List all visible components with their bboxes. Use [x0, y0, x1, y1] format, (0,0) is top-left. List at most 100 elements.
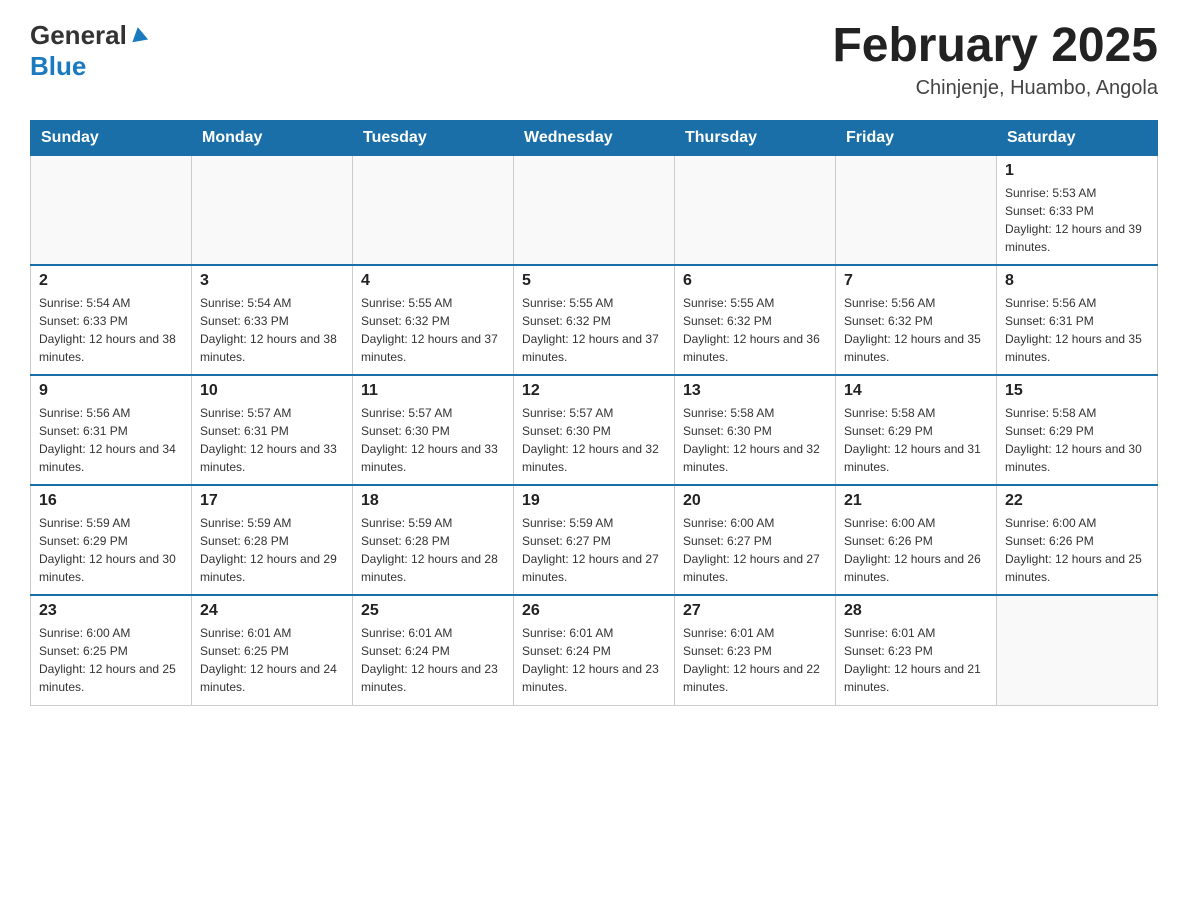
day-info: Sunrise: 5:58 AM Sunset: 6:29 PM Dayligh…: [1005, 404, 1149, 476]
calendar-cell: 21 Sunrise: 6:00 AM Sunset: 6:26 PM Dayli…: [836, 485, 997, 595]
calendar-cell: 11 Sunrise: 5:57 AM Sunset: 6:30 PM Dayli…: [353, 375, 514, 485]
calendar-cell: 6Sunrise: 5:55 AM Sunset: 6:32 PM Daylig…: [675, 265, 836, 375]
day-info: Sunrise: 5:54 AM Sunset: 6:33 PM Dayligh…: [39, 294, 183, 366]
day-info: Sunrise: 5:59 AM Sunset: 6:28 PM Dayligh…: [361, 514, 505, 586]
calendar-cell: 20Sunrise: 6:00 AM Sunset: 6:27 PM Dayli…: [675, 485, 836, 595]
day-info: Sunrise: 5:57 AM Sunset: 6:30 PM Dayligh…: [361, 404, 505, 476]
calendar-cell: 5Sunrise: 5:55 AM Sunset: 6:32 PM Daylig…: [514, 265, 675, 375]
calendar-table: SundayMondayTuesdayWednesdayThursdayFrid…: [30, 120, 1158, 706]
calendar-week-row: 1 Sunrise: 5:53 AM Sunset: 6:33 PM Daylig…: [31, 155, 1158, 265]
day-info: Sunrise: 5:57 AM Sunset: 6:31 PM Dayligh…: [200, 404, 344, 476]
calendar-cell: 14Sunrise: 5:58 AM Sunset: 6:29 PM Dayli…: [836, 375, 997, 485]
day-header-friday: Friday: [836, 120, 997, 155]
calendar-cell: 1 Sunrise: 5:53 AM Sunset: 6:33 PM Daylig…: [997, 155, 1158, 265]
logo-blue: Blue: [30, 51, 86, 81]
day-number: 13: [683, 382, 827, 400]
calendar-cell: [836, 155, 997, 265]
calendar-cell: 7Sunrise: 5:56 AM Sunset: 6:32 PM Daylig…: [836, 265, 997, 375]
day-header-saturday: Saturday: [997, 120, 1158, 155]
day-info: Sunrise: 6:00 AM Sunset: 6:26 PM Dayligh…: [1005, 514, 1149, 586]
logo: General Blue: [30, 20, 148, 82]
calendar-cell: 4 Sunrise: 5:55 AM Sunset: 6:32 PM Daylig…: [353, 265, 514, 375]
day-info: Sunrise: 5:58 AM Sunset: 6:30 PM Dayligh…: [683, 404, 827, 476]
calendar-cell: [192, 155, 353, 265]
calendar-cell: 3 Sunrise: 5:54 AM Sunset: 6:33 PM Daylig…: [192, 265, 353, 375]
calendar-cell: 28 Sunrise: 6:01 AM Sunset: 6:23 PM Dayli…: [836, 595, 997, 705]
day-number: 23: [39, 602, 183, 620]
day-number: 28: [844, 602, 988, 620]
day-info: Sunrise: 5:56 AM Sunset: 6:31 PM Dayligh…: [39, 404, 183, 476]
day-info: Sunrise: 5:56 AM Sunset: 6:32 PM Dayligh…: [844, 294, 988, 366]
day-number: 22: [1005, 492, 1149, 510]
day-header-thursday: Thursday: [675, 120, 836, 155]
month-title: February 2025: [832, 20, 1158, 73]
calendar-cell: 19 Sunrise: 5:59 AM Sunset: 6:27 PM Dayli…: [514, 485, 675, 595]
day-header-wednesday: Wednesday: [514, 120, 675, 155]
day-number: 3: [200, 272, 344, 290]
calendar-cell: 16Sunrise: 5:59 AM Sunset: 6:29 PM Dayli…: [31, 485, 192, 595]
location: Chinjenje, Huambo, Angola: [832, 77, 1158, 100]
day-info: Sunrise: 5:54 AM Sunset: 6:33 PM Dayligh…: [200, 294, 344, 366]
title-area: February 2025 Chinjenje, Huambo, Angola: [832, 20, 1158, 100]
calendar-cell: 17 Sunrise: 5:59 AM Sunset: 6:28 PM Dayli…: [192, 485, 353, 595]
calendar-cell: 15 Sunrise: 5:58 AM Sunset: 6:29 PM Dayli…: [997, 375, 1158, 485]
logo-triangle-icon: [130, 25, 148, 48]
day-info: Sunrise: 5:57 AM Sunset: 6:30 PM Dayligh…: [522, 404, 666, 476]
day-info: Sunrise: 6:01 AM Sunset: 6:23 PM Dayligh…: [844, 624, 988, 696]
day-info: Sunrise: 5:55 AM Sunset: 6:32 PM Dayligh…: [361, 294, 505, 366]
calendar-cell: [31, 155, 192, 265]
day-info: Sunrise: 6:00 AM Sunset: 6:26 PM Dayligh…: [844, 514, 988, 586]
day-number: 17: [200, 492, 344, 510]
day-info: Sunrise: 6:01 AM Sunset: 6:23 PM Dayligh…: [683, 624, 827, 696]
page-header: General Blue February 2025 Chinjenje, Hu…: [30, 20, 1158, 100]
day-number: 10: [200, 382, 344, 400]
day-number: 9: [39, 382, 183, 400]
day-number: 20: [683, 492, 827, 510]
calendar-header-row: SundayMondayTuesdayWednesdayThursdayFrid…: [31, 120, 1158, 155]
day-number: 15: [1005, 382, 1149, 400]
day-number: 14: [844, 382, 988, 400]
day-number: 27: [683, 602, 827, 620]
calendar-cell: 8 Sunrise: 5:56 AM Sunset: 6:31 PM Daylig…: [997, 265, 1158, 375]
day-info: Sunrise: 5:56 AM Sunset: 6:31 PM Dayligh…: [1005, 294, 1149, 366]
calendar-cell: 10 Sunrise: 5:57 AM Sunset: 6:31 PM Dayli…: [192, 375, 353, 485]
day-info: Sunrise: 6:01 AM Sunset: 6:24 PM Dayligh…: [361, 624, 505, 696]
day-number: 18: [361, 492, 505, 510]
day-header-sunday: Sunday: [31, 120, 192, 155]
day-number: 21: [844, 492, 988, 510]
calendar-cell: 23 Sunrise: 6:00 AM Sunset: 6:25 PM Dayli…: [31, 595, 192, 705]
day-number: 24: [200, 602, 344, 620]
calendar-cell: 27 Sunrise: 6:01 AM Sunset: 6:23 PM Dayli…: [675, 595, 836, 705]
day-info: Sunrise: 5:59 AM Sunset: 6:27 PM Dayligh…: [522, 514, 666, 586]
calendar-week-row: 16Sunrise: 5:59 AM Sunset: 6:29 PM Dayli…: [31, 485, 1158, 595]
logo-general: General: [30, 20, 127, 51]
day-header-tuesday: Tuesday: [353, 120, 514, 155]
day-number: 8: [1005, 272, 1149, 290]
day-number: 26: [522, 602, 666, 620]
calendar-cell: [514, 155, 675, 265]
calendar-cell: 25Sunrise: 6:01 AM Sunset: 6:24 PM Dayli…: [353, 595, 514, 705]
calendar-cell: 13 Sunrise: 5:58 AM Sunset: 6:30 PM Dayli…: [675, 375, 836, 485]
day-number: 2: [39, 272, 183, 290]
day-number: 4: [361, 272, 505, 290]
day-number: 6: [683, 272, 827, 290]
day-number: 12: [522, 382, 666, 400]
calendar-cell: 12 Sunrise: 5:57 AM Sunset: 6:30 PM Dayli…: [514, 375, 675, 485]
day-info: Sunrise: 5:59 AM Sunset: 6:28 PM Dayligh…: [200, 514, 344, 586]
calendar-cell: [675, 155, 836, 265]
calendar-week-row: 9 Sunrise: 5:56 AM Sunset: 6:31 PM Daylig…: [31, 375, 1158, 485]
day-number: 11: [361, 382, 505, 400]
day-header-monday: Monday: [192, 120, 353, 155]
day-number: 19: [522, 492, 666, 510]
day-info: Sunrise: 5:53 AM Sunset: 6:33 PM Dayligh…: [1005, 184, 1149, 256]
calendar-cell: [353, 155, 514, 265]
calendar-cell: 26 Sunrise: 6:01 AM Sunset: 6:24 PM Dayli…: [514, 595, 675, 705]
day-info: Sunrise: 6:01 AM Sunset: 6:25 PM Dayligh…: [200, 624, 344, 696]
day-info: Sunrise: 6:01 AM Sunset: 6:24 PM Dayligh…: [522, 624, 666, 696]
day-number: 1: [1005, 162, 1149, 180]
day-info: Sunrise: 6:00 AM Sunset: 6:25 PM Dayligh…: [39, 624, 183, 696]
day-info: Sunrise: 5:59 AM Sunset: 6:29 PM Dayligh…: [39, 514, 183, 586]
calendar-cell: 24 Sunrise: 6:01 AM Sunset: 6:25 PM Dayli…: [192, 595, 353, 705]
calendar-cell: 9 Sunrise: 5:56 AM Sunset: 6:31 PM Daylig…: [31, 375, 192, 485]
calendar-week-row: 2 Sunrise: 5:54 AM Sunset: 6:33 PM Daylig…: [31, 265, 1158, 375]
